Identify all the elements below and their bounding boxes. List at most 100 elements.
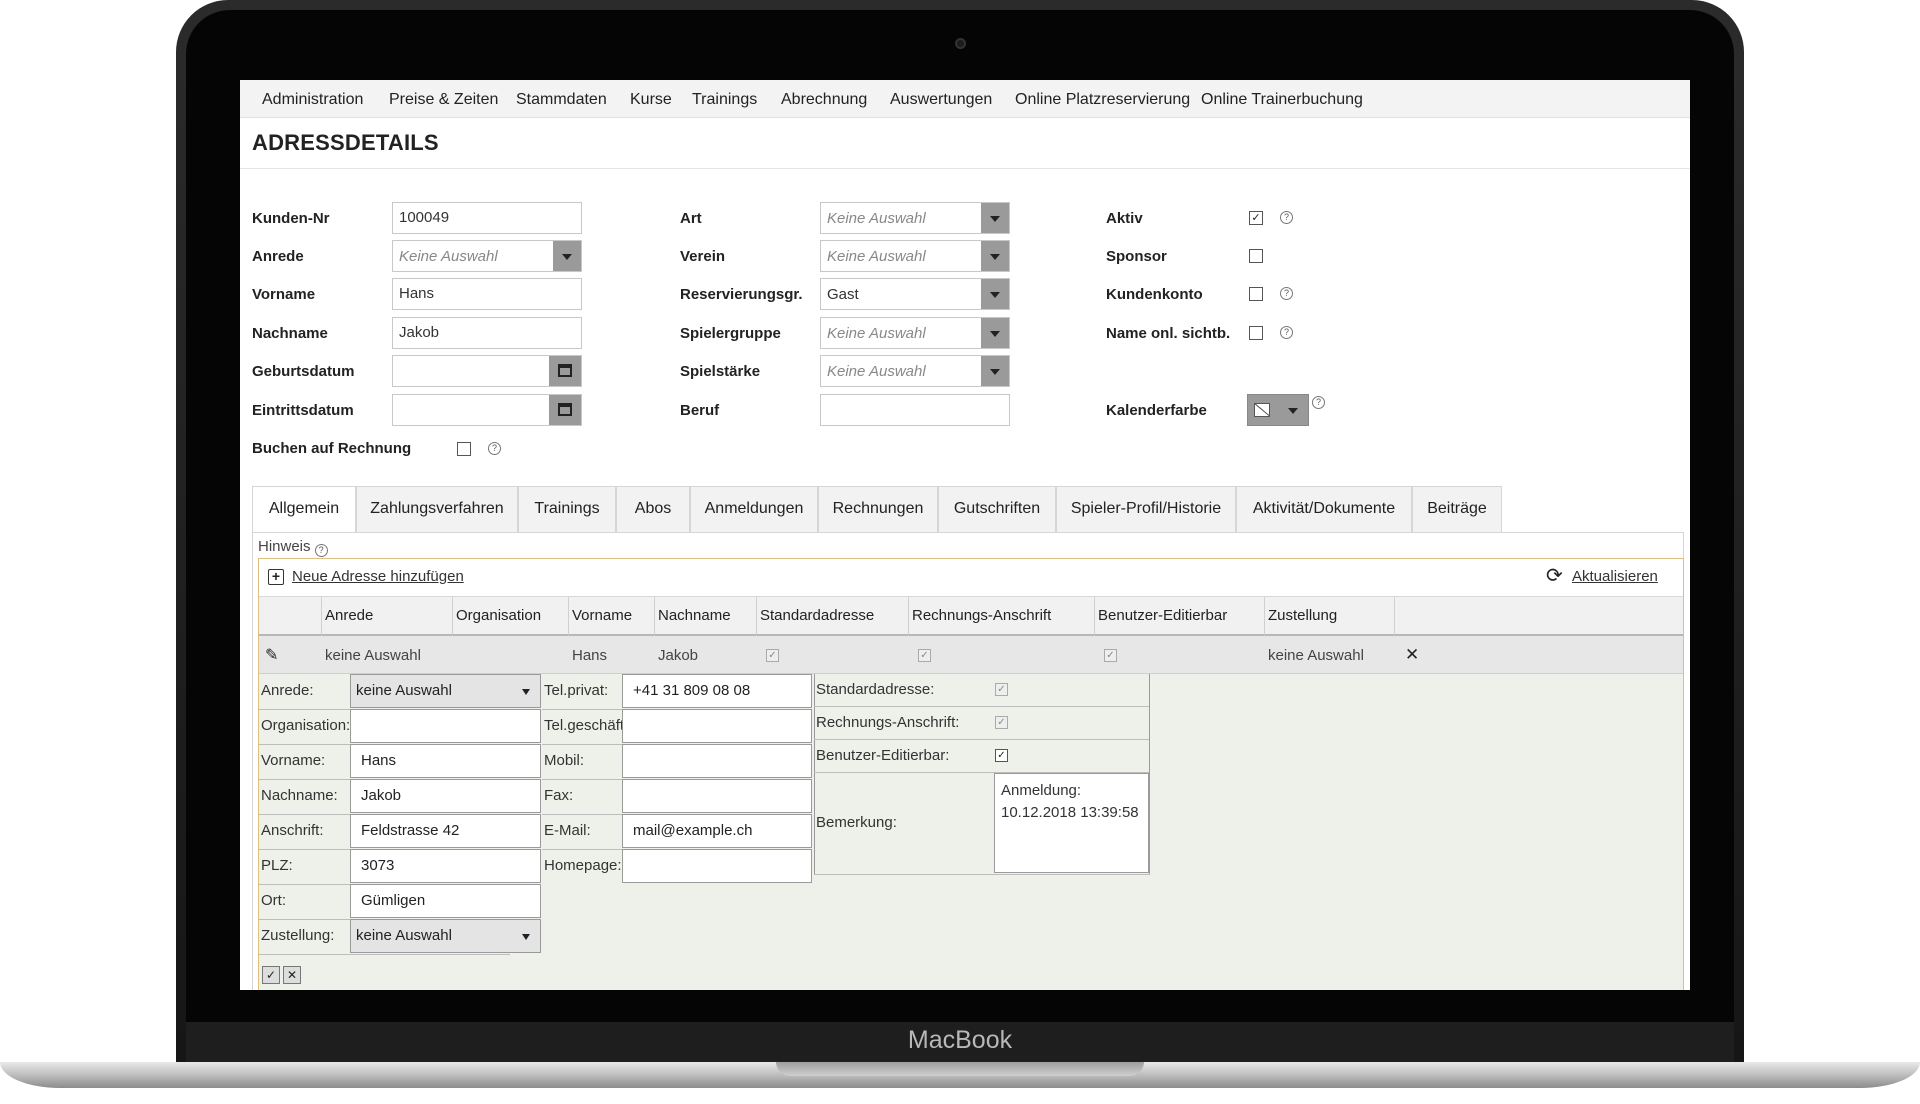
cancel-icon[interactable]: ✕ (283, 966, 301, 984)
kundenkonto-checkbox[interactable] (1249, 287, 1263, 301)
menu-item-administration[interactable]: Administration (262, 91, 363, 109)
column-header-rechnungs-anschrift[interactable]: Rechnungs-Anschrift (912, 607, 1051, 624)
help-icon[interactable]: ? (1280, 287, 1293, 300)
save-icon[interactable]: ✓ (262, 966, 280, 984)
edit-plz-input[interactable]: 3073 (350, 849, 541, 883)
add-icon[interactable]: + (268, 569, 284, 585)
column-header-zustellung[interactable]: Zustellung (1268, 607, 1337, 624)
kalenderfarbe-picker[interactable] (1247, 394, 1309, 426)
art-select[interactable]: Keine Auswahl (820, 202, 1010, 234)
beruf-label: Beruf (680, 402, 720, 419)
column-header-standardadresse[interactable]: Standardadresse (760, 607, 874, 624)
help-icon[interactable]: ? (314, 544, 328, 557)
chevron-down-icon[interactable] (981, 241, 1009, 271)
calendar-icon[interactable] (549, 395, 581, 425)
edit-organisation-input[interactable] (350, 709, 541, 743)
menu-item-online-trainerbuchung[interactable]: Online Trainerbuchung (1201, 91, 1363, 109)
column-separator (1394, 597, 1395, 635)
edit-zustellung-label: Zustellung: (261, 927, 335, 944)
chevron-down-icon[interactable] (553, 241, 581, 271)
name-onl-sichtb-checkbox[interactable] (1249, 326, 1263, 340)
edit-tel-geschaeftl-input[interactable] (622, 709, 812, 743)
help-icon[interactable]: ? (1312, 396, 1325, 409)
tab-trainings[interactable]: Trainings (518, 486, 616, 532)
menu-item-stammdaten[interactable]: Stammdaten (516, 91, 607, 109)
column-header-organisation[interactable]: Organisation (456, 607, 541, 624)
edit-homepage-input[interactable] (622, 849, 812, 883)
column-header-anrede[interactable]: Anrede (325, 607, 373, 624)
sponsor-label: Sponsor (1106, 248, 1167, 265)
edit-fax-input[interactable] (622, 779, 812, 813)
anrede-select[interactable]: Keine Auswahl (392, 240, 582, 272)
edit-rechnungs-anschrift-label: Rechnungs-Anschrift: (816, 714, 960, 731)
chevron-down-icon[interactable] (981, 203, 1009, 233)
edit-mobil-input[interactable] (622, 744, 812, 778)
tab-gutschriften[interactable]: Gutschriften (938, 486, 1056, 532)
add-address-link[interactable]: Neue Adresse hinzufügen (292, 568, 464, 585)
chevron-down-icon[interactable] (981, 279, 1009, 309)
spielstaerke-select[interactable]: Keine Auswahl (820, 355, 1010, 387)
table-row[interactable]: ✎ keine Auswahl Hans Jakob ✓ ✓ ✓ keine A… (259, 636, 1683, 674)
kunden-nr-input[interactable]: 100049 (392, 202, 582, 234)
chevron-down-icon[interactable] (981, 356, 1009, 386)
tab-rechnungen[interactable]: Rechnungen (818, 486, 938, 532)
geburtsdatum-input[interactable] (392, 355, 582, 387)
tab-abos[interactable]: Abos (616, 486, 690, 532)
edit-nachname-input[interactable]: Jakob (350, 779, 541, 813)
menu-item-auswertungen[interactable]: Auswertungen (890, 91, 992, 109)
tab-spieler-profil-historie[interactable]: Spieler-Profil/Historie (1056, 486, 1236, 532)
edit-vorname-input[interactable]: Hans (350, 744, 541, 778)
edit-zustellung-select[interactable]: keine Auswahl (350, 919, 541, 953)
menu-item-online-platzreservierung[interactable]: Online Platzreservierung (1015, 91, 1190, 109)
aktiv-checkbox[interactable]: ✓ (1249, 211, 1263, 225)
tab-zahlungsverfahren[interactable]: Zahlungsverfahren (356, 486, 518, 532)
edit-plz-label: PLZ: (261, 857, 293, 874)
menu-item-kurse[interactable]: Kurse (630, 91, 672, 109)
column-header-benutzer-editierbar[interactable]: Benutzer-Editierbar (1098, 607, 1227, 624)
edit-ort-input[interactable]: Gümligen (350, 884, 541, 918)
column-header-vorname[interactable]: Vorname (572, 607, 632, 624)
chevron-down-icon[interactable] (981, 318, 1009, 348)
vorname-input[interactable]: Hans (392, 278, 582, 310)
menu-item-preise-zeiten[interactable]: Preise & Zeiten (389, 91, 498, 109)
edit-rechnungs-anschrift-checkbox[interactable]: ✓ (995, 716, 1008, 729)
main-menu: Administration Preise & Zeiten Stammdate… (240, 80, 1690, 118)
spielergruppe-select[interactable]: Keine Auswahl (820, 317, 1010, 349)
refresh-link[interactable]: Aktualisieren (1572, 568, 1658, 585)
edit-benutzer-editierbar-checkbox[interactable]: ✓ (995, 749, 1008, 762)
help-icon[interactable]: ? (1280, 211, 1293, 224)
edit-bemerkung-textarea[interactable]: Anmeldung: 10.12.2018 13:39:58 (994, 773, 1149, 873)
help-icon[interactable]: ? (1280, 326, 1293, 339)
spielstaerke-select-value: Keine Auswahl (827, 363, 926, 380)
nachname-input[interactable]: Jakob (392, 317, 582, 349)
calendar-icon[interactable] (549, 356, 581, 386)
tab-beitraege[interactable]: Beiträge (1412, 486, 1502, 532)
help-icon[interactable]: ? (488, 442, 501, 455)
reservierungsgr-select[interactable]: Gast (820, 278, 1010, 310)
eintrittsdatum-input[interactable] (392, 394, 582, 426)
delete-icon[interactable]: ✕ (1405, 645, 1419, 665)
grid-header: Anrede Organisation Vorname Nachname Sta… (259, 596, 1683, 636)
tab-anmeldungen[interactable]: Anmeldungen (690, 486, 818, 532)
sponsor-checkbox[interactable] (1249, 249, 1263, 263)
edit-tel-privat-input[interactable]: +41 31 809 08 08 (622, 674, 812, 708)
edit-anschrift-input[interactable]: Feldstrasse 42 (350, 814, 541, 848)
refresh-icon[interactable]: ⟳ (1546, 563, 1563, 588)
menu-item-trainings[interactable]: Trainings (692, 91, 757, 109)
spielergruppe-label: Spielergruppe (680, 325, 781, 342)
buchen-auf-rechnung-checkbox[interactable] (457, 442, 471, 456)
beruf-input[interactable] (820, 394, 1010, 426)
edit-anrede-select[interactable]: keine Auswahl (350, 674, 541, 708)
edit-standardadresse-checkbox[interactable]: ✓ (995, 683, 1008, 696)
edit-pencil-icon[interactable]: ✎ (265, 645, 278, 665)
edit-benutzer-editierbar-label: Benutzer-Editierbar: (816, 747, 950, 764)
tab-aktivitaet-dokumente[interactable]: Aktivität/Dokumente (1236, 486, 1412, 532)
verein-select[interactable]: Keine Auswahl (820, 240, 1010, 272)
tab-allgemein[interactable]: Allgemein (252, 486, 356, 532)
column-separator (908, 597, 909, 635)
edit-email-input[interactable]: mail@example.ch (622, 814, 812, 848)
row-rechnungs-anschrift-checkbox: ✓ (918, 649, 931, 662)
column-separator (452, 597, 453, 635)
column-header-nachname[interactable]: Nachname (658, 607, 731, 624)
menu-item-abrechnung[interactable]: Abrechnung (781, 91, 867, 109)
